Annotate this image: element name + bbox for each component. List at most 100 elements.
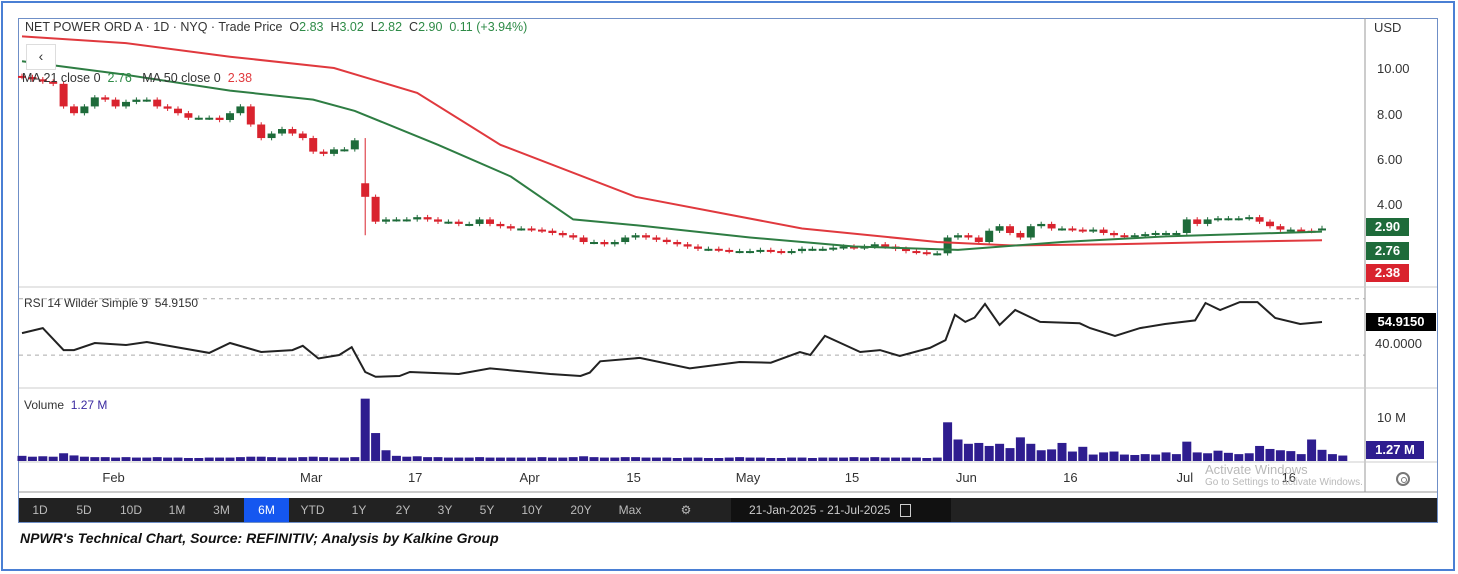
volume-bar (683, 457, 693, 461)
range-button-ytd[interactable]: YTD (289, 498, 336, 522)
range-separator: - (819, 503, 824, 517)
range-button-20y[interactable]: 20Y (556, 498, 606, 522)
candle-body (465, 223, 474, 226)
ma21-price-tag: 2.76 (1366, 242, 1409, 260)
x-axis-label: Apr (519, 470, 540, 485)
volume-bar (267, 457, 277, 461)
candle-body (236, 106, 245, 114)
range-button-max[interactable]: Max (606, 498, 654, 522)
volume-bar (579, 456, 589, 461)
candle-body (111, 99, 120, 107)
x-axis-label: May (735, 470, 761, 485)
rsi-legend: RSI 14 Wilder Simple 9 54.9150 (24, 296, 198, 310)
chart-grid (19, 18, 1437, 493)
range-settings-gear-icon[interactable]: ⚙ (673, 498, 699, 522)
volume-bar (433, 457, 443, 461)
range-to[interactable]: 21-Jul-2025 (827, 503, 890, 517)
volume-bar (943, 422, 953, 461)
range-button-1y[interactable]: 1Y (336, 498, 382, 522)
range-button-1d[interactable]: 1D (19, 498, 61, 522)
range-from[interactable]: 21-Jan-2025 (749, 503, 816, 517)
volume-bar (152, 457, 162, 461)
candle-body (922, 252, 931, 255)
volume-bar (995, 443, 1005, 461)
volume-bar (849, 457, 859, 461)
candle-body (538, 229, 546, 232)
activate-windows-watermark: Activate Windows Go to Settings to activa… (1205, 462, 1363, 488)
volume-bar (797, 457, 807, 461)
volume-bar (703, 457, 713, 461)
volume-bar (163, 457, 173, 461)
candle-body (808, 248, 817, 251)
candle-body (278, 129, 286, 134)
volume-bar (776, 457, 786, 461)
ma50-value: 2.38 (227, 71, 253, 85)
candle-body (621, 237, 630, 243)
range-button-6m[interactable]: 6M (244, 498, 289, 522)
range-button-3m[interactable]: 3M (199, 498, 244, 522)
candle-body (735, 251, 744, 254)
candle-body (90, 97, 99, 107)
volume-bar (235, 457, 245, 461)
ma50-label: MA 50 close 0 (142, 71, 221, 85)
candle-body (704, 248, 713, 251)
volume-bar (194, 457, 204, 461)
candle-body (122, 101, 130, 107)
volume-legend-value: 1.27 M (70, 398, 108, 412)
rsi-tick: 40.0000 (1375, 336, 1422, 351)
volume-bar (516, 457, 526, 461)
candle-body (881, 244, 890, 247)
volume-bar (412, 456, 422, 461)
volume-bar (1005, 448, 1015, 461)
volume-bar (38, 456, 48, 461)
ma21-label: MA 21 close 0 (22, 71, 101, 85)
low-value: 2.82 (377, 20, 403, 34)
candle-body (1078, 229, 1087, 232)
volume-bar (339, 457, 349, 461)
volume-bar (963, 443, 973, 461)
chart-settings-gear-icon[interactable] (1396, 472, 1410, 486)
range-button-5d[interactable]: 5D (61, 498, 107, 522)
low-label: L (370, 20, 378, 34)
volume-bar (1015, 437, 1025, 461)
volume-bar (1057, 442, 1067, 461)
ma50-price-tag: 2.38 (1366, 264, 1409, 282)
candle-body (371, 196, 380, 222)
candle-body (1089, 229, 1098, 232)
date-range-picker[interactable]: 21-Jan-2025 - 21-Jul-2025 (731, 498, 951, 522)
range-button-10d[interactable]: 10D (107, 498, 155, 522)
volume-bar (1234, 454, 1244, 461)
candle-body (506, 226, 515, 229)
volume-bar (391, 455, 401, 461)
candle-body (943, 237, 952, 254)
volume-bar (443, 457, 453, 461)
volume-bar (932, 457, 942, 461)
candle-body (590, 242, 598, 245)
volume-bar (807, 457, 817, 461)
x-axis-label: Mar (299, 470, 323, 485)
range-button-5y[interactable]: 5Y (466, 498, 508, 522)
volume-bar (454, 457, 464, 461)
watermark-title: Activate Windows (1205, 462, 1308, 477)
volume-bar (641, 457, 651, 461)
candle-body (392, 219, 401, 222)
range-button-1m[interactable]: 1M (155, 498, 199, 522)
x-axis-label: Jul (1176, 470, 1194, 485)
range-button-10y[interactable]: 10Y (508, 498, 556, 522)
candle-body (652, 237, 661, 240)
candle-body (163, 106, 172, 109)
x-axis-label: Feb (102, 470, 125, 485)
candle-body (694, 246, 702, 249)
candle-body (818, 248, 827, 251)
range-toolbar: 1D 5D 10D 1M 3M 6M YTD 1Y 2Y 3Y 5Y 10Y 20Y Max ⚙ 21-J… (19, 498, 1437, 522)
range-button-2y[interactable]: 2Y (382, 498, 424, 522)
calendar-icon[interactable] (899, 504, 911, 518)
range-button-3y[interactable]: 3Y (424, 498, 466, 522)
high-value: 3.02 (339, 20, 364, 34)
volume-bar (121, 457, 131, 461)
candle-body (933, 253, 942, 256)
ma21-line (21, 60, 1323, 251)
collapse-legend-button[interactable]: ‹ (26, 44, 56, 70)
volume-bar (651, 457, 661, 461)
candle-body (413, 217, 422, 220)
